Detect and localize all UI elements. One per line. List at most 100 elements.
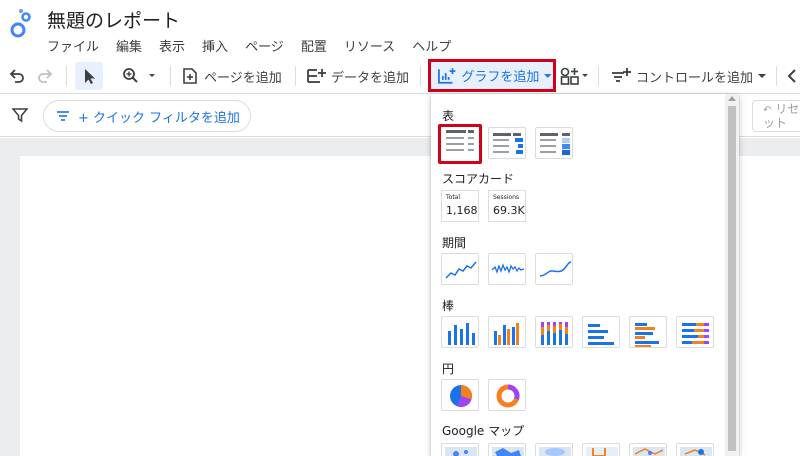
section-google-maps-label: Google マップ — [442, 424, 525, 438]
undo-icon — [9, 69, 24, 83]
table-heatmap-icon — [540, 133, 570, 155]
add-data-label: データを追加 — [331, 70, 410, 86]
add-chart-button[interactable]: グラフを追加 — [428, 59, 556, 92]
column-chart-icon — [448, 323, 475, 345]
add-component-button[interactable] — [560, 58, 590, 94]
chart-option-timeseries-smooth[interactable] — [535, 253, 573, 285]
chart-option-map-line[interactable] — [582, 443, 620, 456]
add-quick-filter-label: + クイック フィルタを追加 — [78, 110, 240, 126]
map-terrain-icon — [680, 447, 712, 456]
add-control-label: コントロールを追加 — [636, 70, 754, 86]
filter-list-icon — [57, 111, 69, 121]
chart-option-bar[interactable] — [582, 316, 620, 348]
stacked-column-icon — [541, 322, 568, 345]
add-page-label: ページを追加 — [204, 70, 282, 86]
chart-option-stacked-bar[interactable] — [676, 316, 714, 348]
menu-resource[interactable]: リソース — [344, 36, 402, 55]
add-data-icon — [307, 69, 326, 83]
add-chart-icon — [438, 67, 456, 84]
chart-option-grouped-column[interactable] — [488, 316, 526, 348]
chart-option-scorecard[interactable]: Total 1,168 — [441, 190, 479, 222]
chart-option-column[interactable] — [441, 316, 479, 348]
section-bar-label: 棒 — [442, 299, 455, 313]
section-table-label: 表 — [442, 109, 455, 123]
stacked-bar-icon — [682, 323, 709, 344]
menu-help[interactable]: ヘルプ — [412, 36, 458, 55]
map-bubble-icon — [445, 447, 477, 456]
chart-option-pie[interactable] — [441, 379, 479, 411]
grouped-bar-icon — [635, 323, 659, 347]
looker-studio-logo[interactable] — [10, 8, 34, 38]
undo-button[interactable] — [8, 58, 26, 94]
bar-chart-icon — [588, 324, 614, 345]
zoom-button[interactable] — [122, 58, 158, 94]
chart-option-map-satellite[interactable] — [629, 443, 667, 456]
toolbar-divider — [420, 66, 421, 86]
cursor-icon — [85, 69, 95, 84]
reset-button[interactable]: ↶ リセット — [752, 100, 800, 132]
title-bar: 無題のレポート ファイル 編集 表示 挿入 ページ 配置 リソース ヘルプ — [0, 0, 800, 58]
map-filled-icon — [492, 447, 524, 456]
section-timeseries-label: 期間 — [442, 236, 467, 250]
add-page-button[interactable]: ページを追加 — [181, 58, 282, 94]
chart-option-map-heatmap[interactable] — [535, 443, 573, 456]
menu-file[interactable]: ファイル — [47, 36, 106, 55]
chart-option-map-terrain[interactable] — [676, 443, 714, 456]
filter-icon[interactable] — [12, 107, 28, 123]
document-title[interactable]: 無題のレポート — [47, 6, 180, 33]
add-data-button[interactable]: データを追加 — [306, 58, 409, 94]
add-chart-label: グラフを追加 — [461, 70, 540, 85]
chart-option-map-filled[interactable] — [488, 443, 526, 456]
section-scorecard-label: スコアカード — [442, 172, 515, 186]
redo-button[interactable] — [36, 58, 54, 94]
chart-picker-menu: 表 スコアカード Total 1,168 Sessions 69.3K 期間 棒… — [431, 94, 739, 456]
scorecard-metric-value: 69.3K — [493, 204, 525, 217]
toolbar: ページを追加 データを追加 コントロールを追加 — [0, 58, 800, 94]
reset-icon: ↶ — [763, 105, 772, 116]
chart-option-table-heatmap[interactable] — [535, 127, 573, 159]
chart-option-map-bubble[interactable] — [441, 443, 479, 456]
chevron-left-icon — [787, 69, 796, 83]
menu-arrange[interactable]: 配置 — [301, 36, 334, 55]
chart-option-timeseries[interactable] — [441, 253, 479, 285]
scroll-up-arrow-icon[interactable] — [728, 96, 736, 101]
menu-edit[interactable]: 編集 — [116, 36, 149, 55]
chevron-down-icon — [758, 74, 767, 78]
scorecard-metric-label: Total — [446, 194, 461, 201]
grouped-column-icon — [494, 323, 519, 345]
menu-page[interactable]: ページ — [245, 36, 291, 55]
chart-option-grouped-bar[interactable] — [629, 316, 667, 348]
select-tool-button[interactable] — [75, 62, 103, 90]
menu-bar: ファイル 編集 表示 挿入 ページ 配置 リソース ヘルプ — [47, 36, 468, 55]
chart-option-stacked-column[interactable] — [535, 316, 573, 348]
table-chart-icon — [446, 130, 474, 151]
line-chart-icon — [445, 261, 477, 279]
section-pie-label: 円 — [442, 362, 455, 376]
add-component-icon — [560, 67, 588, 85]
add-quick-filter-button[interactable]: + クイック フィルタを追加 — [43, 100, 251, 132]
toolbar-divider — [66, 66, 67, 86]
sparkline-icon — [491, 263, 525, 274]
chart-option-table-bars[interactable] — [488, 127, 526, 159]
zoom-icon — [123, 68, 155, 83]
menu-insert[interactable]: 挿入 — [202, 36, 235, 55]
donut-chart-icon — [496, 384, 520, 408]
menu-view[interactable]: 表示 — [159, 36, 192, 55]
scrollbar-thumb[interactable] — [728, 106, 736, 451]
pie-chart-icon — [450, 384, 473, 408]
map-satellite-icon — [633, 447, 665, 456]
map-line-icon — [586, 447, 618, 456]
chart-option-timeseries-sparkline[interactable] — [488, 253, 526, 285]
table-with-bars-icon — [493, 133, 523, 154]
add-control-button[interactable]: コントロールを追加 — [611, 58, 767, 94]
chart-option-table[interactable] — [438, 124, 482, 164]
map-heatmap-icon — [539, 447, 571, 456]
chart-option-scorecard-compact[interactable]: Sessions 69.3K — [488, 190, 526, 222]
chart-option-donut[interactable] — [488, 379, 526, 411]
scorecard-metric-value: 1,168 — [446, 204, 478, 217]
chevron-down-icon — [544, 73, 553, 78]
scorecard-metric-label: Sessions — [493, 194, 520, 201]
menu-scrollbar[interactable] — [725, 94, 739, 456]
toolbar-divider — [170, 66, 171, 86]
collapse-toolbar-button[interactable] — [786, 58, 798, 94]
